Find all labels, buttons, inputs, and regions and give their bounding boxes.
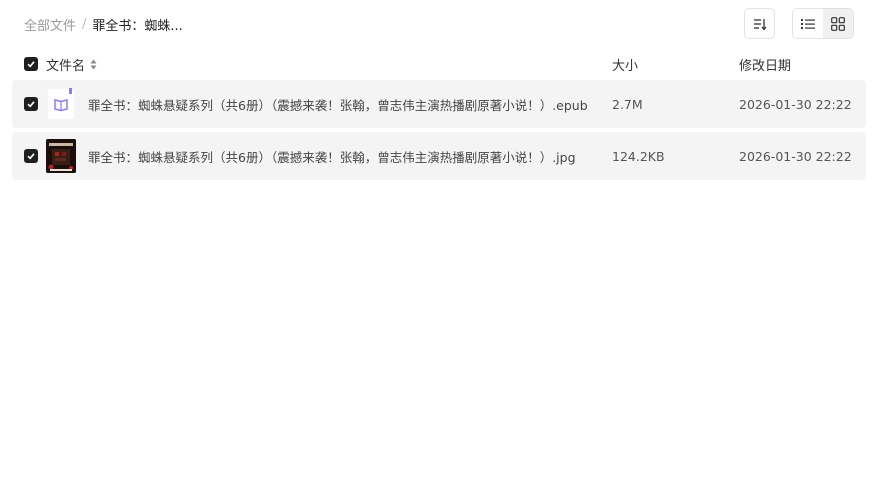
epub-book-icon [46, 87, 76, 121]
file-name-cell: 罪全书：蜘蛛悬疑系列（共6册）（震撼来袭！张翰，曾志伟主演热播剧原著小说！）.j… [46, 139, 612, 173]
list-view-button[interactable] [793, 9, 823, 38]
check-icon [27, 101, 35, 108]
select-all-cell [12, 57, 46, 71]
sort-button[interactable] [744, 8, 775, 39]
file-name[interactable]: 罪全书：蜘蛛悬疑系列（共6册）（震撼来袭！张翰，曾志伟主演热播剧原著小说！）.e… [88, 95, 588, 114]
row-check-cell [12, 149, 46, 163]
date-column-header[interactable]: 修改日期 [739, 55, 866, 74]
file-date: 2026-01-30 22:22 [739, 96, 852, 112]
file-size: 2.7M [612, 96, 643, 112]
table-header: 文件名 大小 修改日期 [12, 52, 866, 76]
file-size: 124.2KB [612, 148, 665, 164]
breadcrumb-separator: / [82, 16, 87, 32]
sort-list-icon [753, 18, 767, 31]
table-row[interactable]: 罪全书：蜘蛛悬疑系列（共6册）（震撼来袭！张翰，曾志伟主演热播剧原著小说！）.j… [12, 132, 866, 180]
breadcrumb-current: 罪全书：蜘蛛... [92, 18, 183, 34]
file-date: 2026-01-30 22:22 [739, 148, 852, 164]
view-mode-toggle [792, 8, 854, 39]
file-name-cell: 罪全书：蜘蛛悬疑系列（共6册）（震撼来袭！张翰，曾志伟主演热播剧原著小说！）.e… [46, 87, 612, 121]
name-column-label: 文件名 [46, 58, 86, 74]
breadcrumb-root-link[interactable]: 全部文件 [24, 15, 76, 34]
image-thumbnail [46, 139, 76, 173]
breadcrumb: 全部文件 / 罪全书：蜘蛛... [24, 14, 183, 34]
table-row[interactable]: 罪全书：蜘蛛悬疑系列（共6册）（震撼来袭！张翰，曾志伟主演热播剧原著小说！）.e… [12, 80, 866, 128]
view-toolbar [744, 8, 854, 39]
sort-toggle-icon[interactable] [90, 59, 97, 70]
row-checkbox[interactable] [24, 97, 38, 111]
row-check-cell [12, 97, 46, 111]
grid-view-button[interactable] [823, 9, 853, 38]
list-view-icon [801, 18, 815, 29]
file-name[interactable]: 罪全书：蜘蛛悬疑系列（共6册）（震撼来袭！张翰，曾志伟主演热播剧原著小说！）.j… [88, 147, 576, 166]
select-all-checkbox[interactable] [24, 57, 38, 71]
size-column-header[interactable]: 大小 [612, 55, 739, 74]
row-checkbox[interactable] [24, 149, 38, 163]
grid-view-icon [831, 16, 845, 31]
name-column-header[interactable]: 文件名 [46, 55, 612, 74]
file-list: 罪全书：蜘蛛悬疑系列（共6册）（震撼来袭！张翰，曾志伟主演热播剧原著小说！）.e… [12, 80, 866, 184]
check-icon [27, 153, 35, 160]
check-icon [27, 61, 35, 68]
